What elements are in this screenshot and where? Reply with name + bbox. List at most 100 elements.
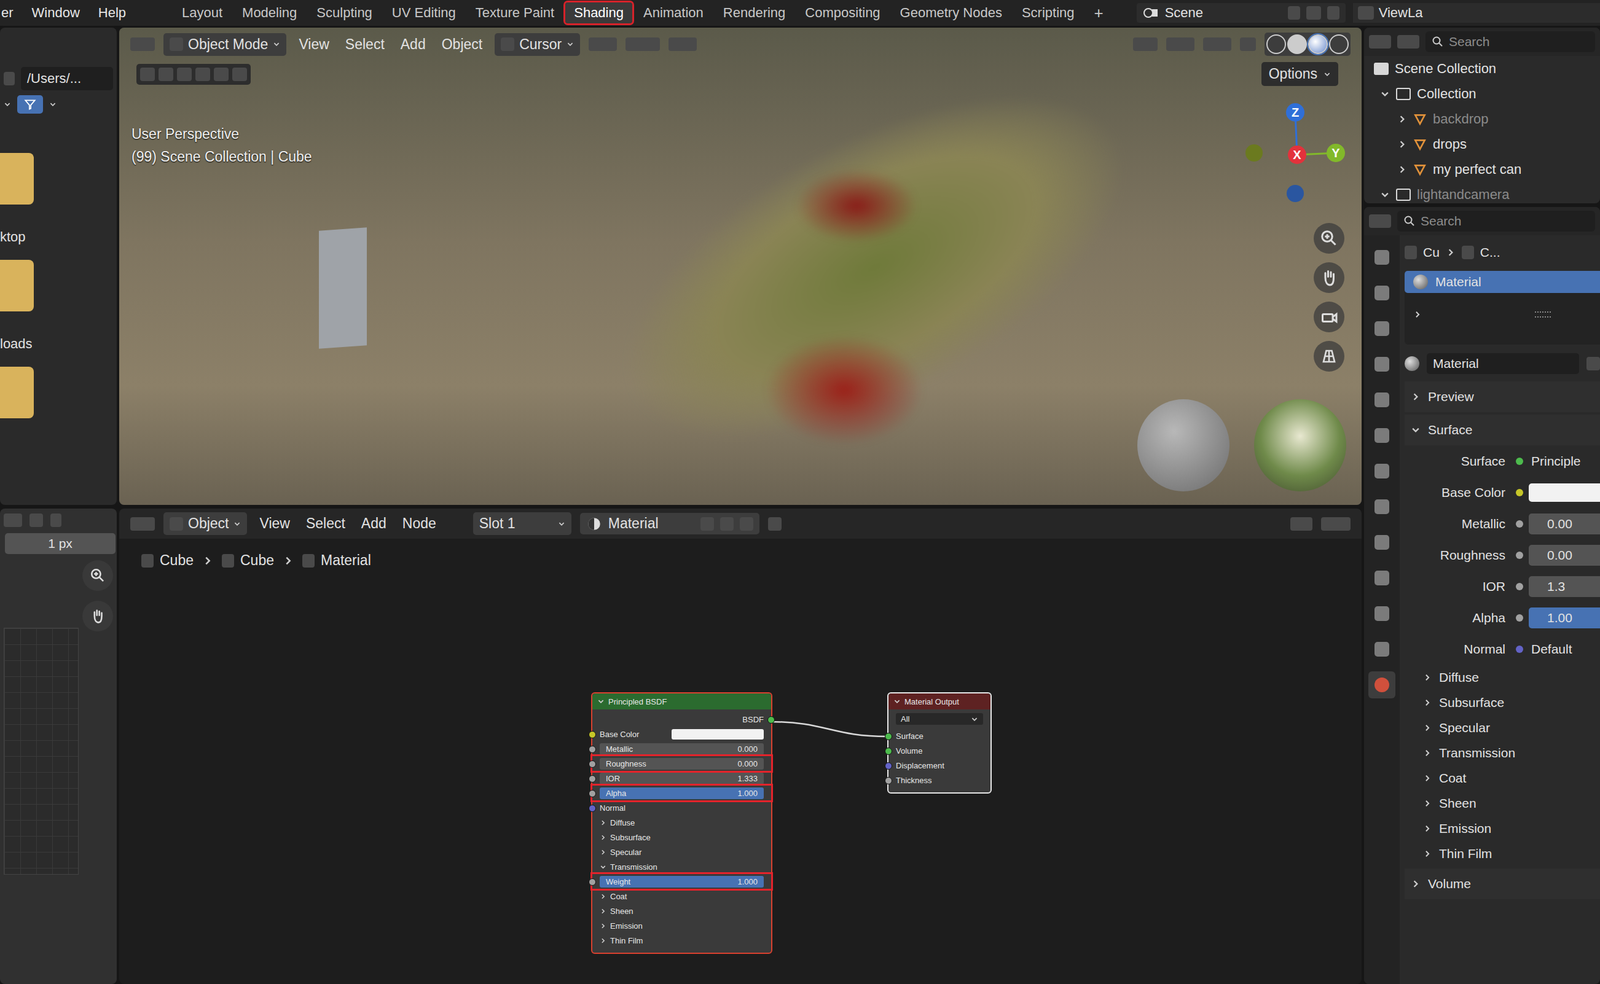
invert-icon[interactable]: [213, 67, 229, 82]
header-menu[interactable]: Select: [341, 36, 389, 53]
expanded-chevron-icon[interactable]: [1380, 189, 1390, 200]
menu-item[interactable]: er: [1, 4, 14, 21]
principled-bsdf-node[interactable]: Principled BSDF BSDF Base Color Metallic…: [591, 692, 773, 955]
image-canvas[interactable]: [3, 627, 79, 875]
properties-subpanel[interactable]: Subsurface: [1404, 690, 1600, 716]
navigation-gizmo[interactable]: ZYX: [1225, 95, 1362, 219]
material-browse-icon[interactable]: [1404, 356, 1420, 372]
properties-panel[interactable]: Volume: [1404, 868, 1600, 900]
property-row[interactable]: Alpha 1.00: [1404, 602, 1600, 634]
properties-tab[interactable]: [1368, 635, 1396, 663]
outliner-item[interactable]: backdrop: [1364, 106, 1600, 132]
collapsed-chevron-icon[interactable]: [1423, 698, 1432, 708]
close-icon[interactable]: [1327, 6, 1340, 20]
overlay-icon[interactable]: [1203, 37, 1232, 51]
property-row[interactable]: Normal Default: [1404, 633, 1600, 665]
path-field[interactable]: /Users/...: [20, 66, 114, 91]
properties-tab[interactable]: [1368, 671, 1396, 699]
node-row-panel[interactable]: Specular: [592, 844, 772, 860]
editor-type-icon[interactable]: [1368, 214, 1392, 228]
scene-selector[interactable]: Scene: [1136, 3, 1346, 23]
outliner-root[interactable]: Scene Collection: [1364, 55, 1600, 82]
display-mode-icon[interactable]: [1397, 35, 1420, 49]
pin-icon[interactable]: [1287, 6, 1301, 20]
menu-item[interactable]: Window: [31, 4, 80, 21]
folder-item[interactable]: ktop: [0, 152, 117, 246]
snap-icon[interactable]: [625, 37, 660, 51]
zoom-button[interactable]: [82, 560, 114, 592]
duplicate-icon[interactable]: [720, 517, 734, 531]
datablock-icon[interactable]: [1404, 245, 1417, 260]
node-row-field[interactable]: Alpha1.000: [592, 785, 772, 801]
number-field[interactable]: 0.00: [1528, 513, 1600, 535]
wireframe-icon[interactable]: [1266, 34, 1287, 55]
collapsed-chevron-icon[interactable]: [1423, 774, 1432, 783]
outliner-item[interactable]: Collection: [1364, 81, 1600, 107]
collapsed-chevron-icon[interactable]: [1423, 673, 1432, 683]
proportional-icon[interactable]: [668, 37, 697, 51]
properties-subpanel[interactable]: Diffuse: [1404, 664, 1600, 691]
editor-type-icon[interactable]: [130, 37, 155, 51]
header-menu[interactable]: View: [255, 515, 294, 533]
node-row-panel[interactable]: Subsurface: [592, 830, 772, 845]
snap-icon[interactable]: [1290, 517, 1313, 531]
slot-dropdown[interactable]: Slot 1: [473, 512, 572, 536]
collapsed-chevron-icon[interactable]: [1423, 749, 1432, 758]
properties-tab[interactable]: [1368, 422, 1396, 450]
property-row[interactable]: Roughness 0.00: [1404, 539, 1600, 571]
editor-type-icon[interactable]: [3, 513, 23, 528]
menu-item[interactable]: Help: [98, 4, 126, 21]
header-menu[interactable]: Node: [398, 515, 440, 533]
bookmark-icon[interactable]: [3, 71, 15, 86]
solid-icon[interactable]: [1287, 34, 1307, 55]
properties-tab[interactable]: [1368, 493, 1396, 521]
header-menu[interactable]: Add: [396, 36, 430, 53]
property-row[interactable]: Metallic 0.00: [1404, 508, 1600, 540]
visibility-icon[interactable]: [1133, 37, 1158, 51]
collapsed-chevron-icon[interactable]: [1397, 139, 1408, 150]
box-select-icon[interactable]: [158, 67, 174, 82]
editor-type-icon[interactable]: [1368, 35, 1392, 49]
resize-grip-icon[interactable]: [1534, 311, 1551, 318]
options-dropdown[interactable]: Options: [1261, 62, 1339, 87]
unlink-icon[interactable]: [739, 517, 754, 531]
collapsed-chevron-icon[interactable]: [599, 908, 607, 915]
breadcrumb-item[interactable]: Material: [302, 552, 372, 569]
workspace-tab[interactable]: Compositing: [796, 2, 889, 24]
workspace-tab[interactable]: Animation: [634, 2, 713, 24]
header-menu[interactable]: Add: [357, 515, 391, 533]
3d-viewport[interactable]: Object Mode ViewSelectAddObject Cursor O…: [119, 27, 1362, 506]
datablock-icon[interactable]: [1461, 245, 1475, 260]
expanded-chevron-icon[interactable]: [893, 698, 901, 706]
outliner-item[interactable]: my perfect can: [1364, 156, 1600, 182]
intersect-icon[interactable]: [232, 67, 248, 82]
material-field[interactable]: Material: [580, 513, 760, 535]
zoom-field[interactable]: 1 px: [4, 533, 116, 555]
view-layer-icon[interactable]: [1357, 6, 1374, 20]
properties-subpanel[interactable]: Thin Film: [1404, 841, 1600, 867]
material-selector[interactable]: Material: [1404, 348, 1600, 380]
property-row[interactable]: IOR 1.3: [1404, 570, 1600, 603]
filter-button[interactable]: [17, 95, 44, 114]
extend-icon[interactable]: [176, 67, 192, 82]
pin-icon[interactable]: [768, 517, 782, 531]
properties-tab[interactable]: [1368, 350, 1396, 378]
color-swatch[interactable]: [1528, 483, 1600, 502]
collapsed-chevron-icon[interactable]: [599, 819, 607, 827]
properties-subpanel[interactable]: Transmission: [1404, 740, 1600, 766]
breadcrumb-item[interactable]: Cube: [141, 552, 194, 569]
number-field[interactable]: 1.00: [1528, 607, 1600, 629]
mode-dropdown[interactable]: Object Mode: [163, 33, 287, 56]
node-row-panel[interactable]: Coat: [592, 889, 772, 904]
properties-tab[interactable]: [1368, 243, 1396, 271]
object-dropdown[interactable]: Object: [163, 512, 248, 536]
breadcrumb-item[interactable]: Cu: [1404, 245, 1440, 260]
node-row-field[interactable]: Roughness0.000: [592, 756, 772, 772]
material-output-node[interactable]: Material Output All Surface Volume Displ…: [887, 692, 992, 794]
expanded-chevron-icon[interactable]: [597, 698, 605, 706]
properties-search[interactable]: Search: [1397, 210, 1596, 232]
properties-subpanel[interactable]: Specular: [1404, 715, 1600, 741]
node-row-field[interactable]: IOR1.333: [592, 771, 772, 786]
collapsed-chevron-icon[interactable]: [1423, 824, 1432, 834]
collapsed-chevron-icon[interactable]: [599, 849, 607, 856]
